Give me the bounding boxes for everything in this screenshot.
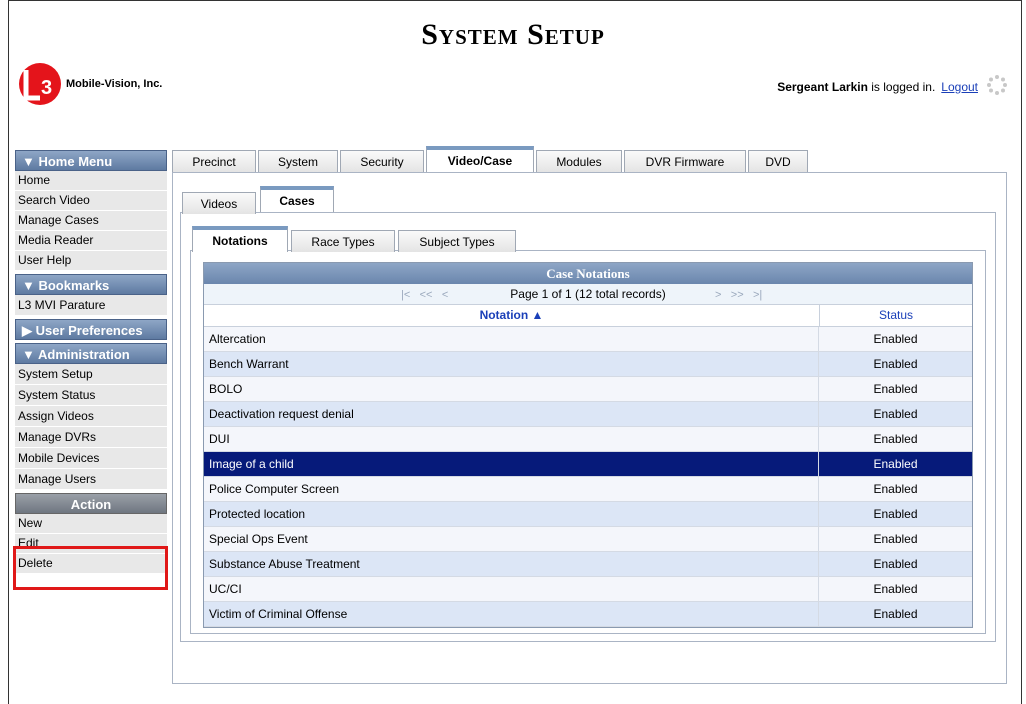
tab-subject-types[interactable]: Subject Types [398,230,516,252]
table-row[interactable]: Victim of Criminal Offense Enabled [204,602,972,627]
tab-dvr-firmware[interactable]: DVR Firmware [624,150,746,172]
user-preferences-header[interactable]: ▶ User Preferences [15,319,167,340]
status-cell: Enabled [873,582,918,596]
status-cell: Enabled [873,432,918,446]
table-row[interactable]: DUI Enabled [204,427,972,452]
tab-precinct[interactable]: Precinct [172,150,256,172]
status-cell: Enabled [873,332,918,346]
tab-notations[interactable]: Notations [192,226,288,252]
next-page-icon[interactable]: > [715,285,721,305]
notation-cell: Special Ops Event [204,527,819,551]
administration-header[interactable]: ▼ Administration [15,343,167,364]
page-title: System Setup [421,18,605,51]
next-ten-icon[interactable]: >> [731,285,744,305]
pager-text: Page 1 of 1 (12 total records) [510,287,666,301]
grid-body: Altercation Enabled Bench Warrant Enabled BO… [204,327,972,627]
table-row[interactable]: Image of a child Enabled [204,452,972,477]
notation-cell: Police Computer Screen [204,477,819,501]
action-header: Action [15,493,167,514]
l3-logo: 3 [19,63,61,105]
prev-ten-icon[interactable]: << [420,285,433,305]
status-cell: Enabled [873,607,918,621]
table-row[interactable]: UC/CI Enabled [204,577,972,602]
svg-text:3: 3 [41,77,52,99]
sidebar-item-search-video[interactable]: Search Video [15,191,167,211]
table-row[interactable]: Deactivation request denial Enabled [204,402,972,427]
sidebar-item-mobile-devices[interactable]: Mobile Devices [15,448,167,469]
company-name: Mobile-Vision, Inc. [66,78,163,90]
grid-header: Notation ▲ Status [204,305,972,327]
status-cell: Enabled [873,382,918,396]
login-suffix: is logged in. [867,80,936,94]
table-row[interactable]: Protected location Enabled [204,502,972,527]
last-page-icon[interactable]: >| [753,285,762,305]
status-cell: Enabled [873,457,918,471]
bookmarks-header[interactable]: ▼ Bookmarks [15,274,167,295]
column-notation[interactable]: Notation ▲ [204,305,820,326]
table-row[interactable]: Substance Abuse Treatment Enabled [204,552,972,577]
prev-page-icon[interactable]: < [442,285,448,305]
sidebar-item-manage-users[interactable]: Manage Users [15,469,167,490]
sidebar-item-assign-videos[interactable]: Assign Videos [15,406,167,427]
sidebar: ▼ Home Menu Home Search Video Manage Cas… [15,150,167,574]
case-notations-grid: Case Notations |< << < Page 1 of 1 (12 t… [203,262,973,628]
table-row[interactable]: Police Computer Screen Enabled [204,477,972,502]
tab-system[interactable]: System [258,150,338,172]
notation-cell: Protected location [204,502,819,526]
tab-videos[interactable]: Videos [182,192,256,214]
tab-race-types[interactable]: Race Types [291,230,395,252]
sidebar-item-system-setup[interactable]: System Setup [15,364,167,385]
notation-cell: Altercation [204,327,819,351]
status-cell: Enabled [873,557,918,571]
grid-title: Case Notations [204,263,972,284]
login-status: Sergeant Larkin is logged in. Logout [777,80,978,94]
first-page-icon[interactable]: |< [401,285,410,305]
column-status[interactable]: Status [820,305,972,326]
table-row[interactable]: Special Ops Event Enabled [204,527,972,552]
table-row[interactable]: Altercation Enabled [204,327,972,352]
status-cell: Enabled [873,482,918,496]
tab-video-case[interactable]: Video/Case [426,146,534,172]
notation-cell: DUI [204,427,819,451]
sidebar-item-media-reader[interactable]: Media Reader [15,231,167,251]
notation-cell: UC/CI [204,577,819,601]
logout-link[interactable]: Logout [941,80,978,94]
notation-cell: BOLO [204,377,819,401]
sidebar-item-manage-cases[interactable]: Manage Cases [15,211,167,231]
table-row[interactable]: Bench Warrant Enabled [204,352,972,377]
status-cell: Enabled [873,507,918,521]
notation-cell: Image of a child [204,452,819,476]
notation-cell: Substance Abuse Treatment [204,552,819,576]
tab-modules[interactable]: Modules [536,150,622,172]
action-new-button[interactable]: New [15,514,167,534]
sidebar-item-l3-mvi-parature[interactable]: L3 MVI Parature [15,295,167,316]
user-name: Sergeant Larkin [777,80,868,94]
pager: |< << < Page 1 of 1 (12 total records) >… [204,284,972,305]
notation-cell: Victim of Criminal Offense [204,602,819,626]
notation-cell: Deactivation request denial [204,402,819,426]
loading-spinner-icon [987,75,1007,95]
status-cell: Enabled [873,357,918,371]
highlight-box [13,546,168,590]
sidebar-item-user-help[interactable]: User Help [15,251,167,271]
home-menu-header[interactable]: ▼ Home Menu [15,150,167,171]
tab-cases[interactable]: Cases [260,186,334,212]
sidebar-item-manage-dvrs[interactable]: Manage DVRs [15,427,167,448]
status-cell: Enabled [873,407,918,421]
sidebar-item-home[interactable]: Home [15,171,167,191]
tab-dvd[interactable]: DVD [748,150,808,172]
sidebar-item-system-status[interactable]: System Status [15,385,167,406]
status-cell: Enabled [873,532,918,546]
tab-security[interactable]: Security [340,150,424,172]
table-row[interactable]: BOLO Enabled [204,377,972,402]
notation-cell: Bench Warrant [204,352,819,376]
